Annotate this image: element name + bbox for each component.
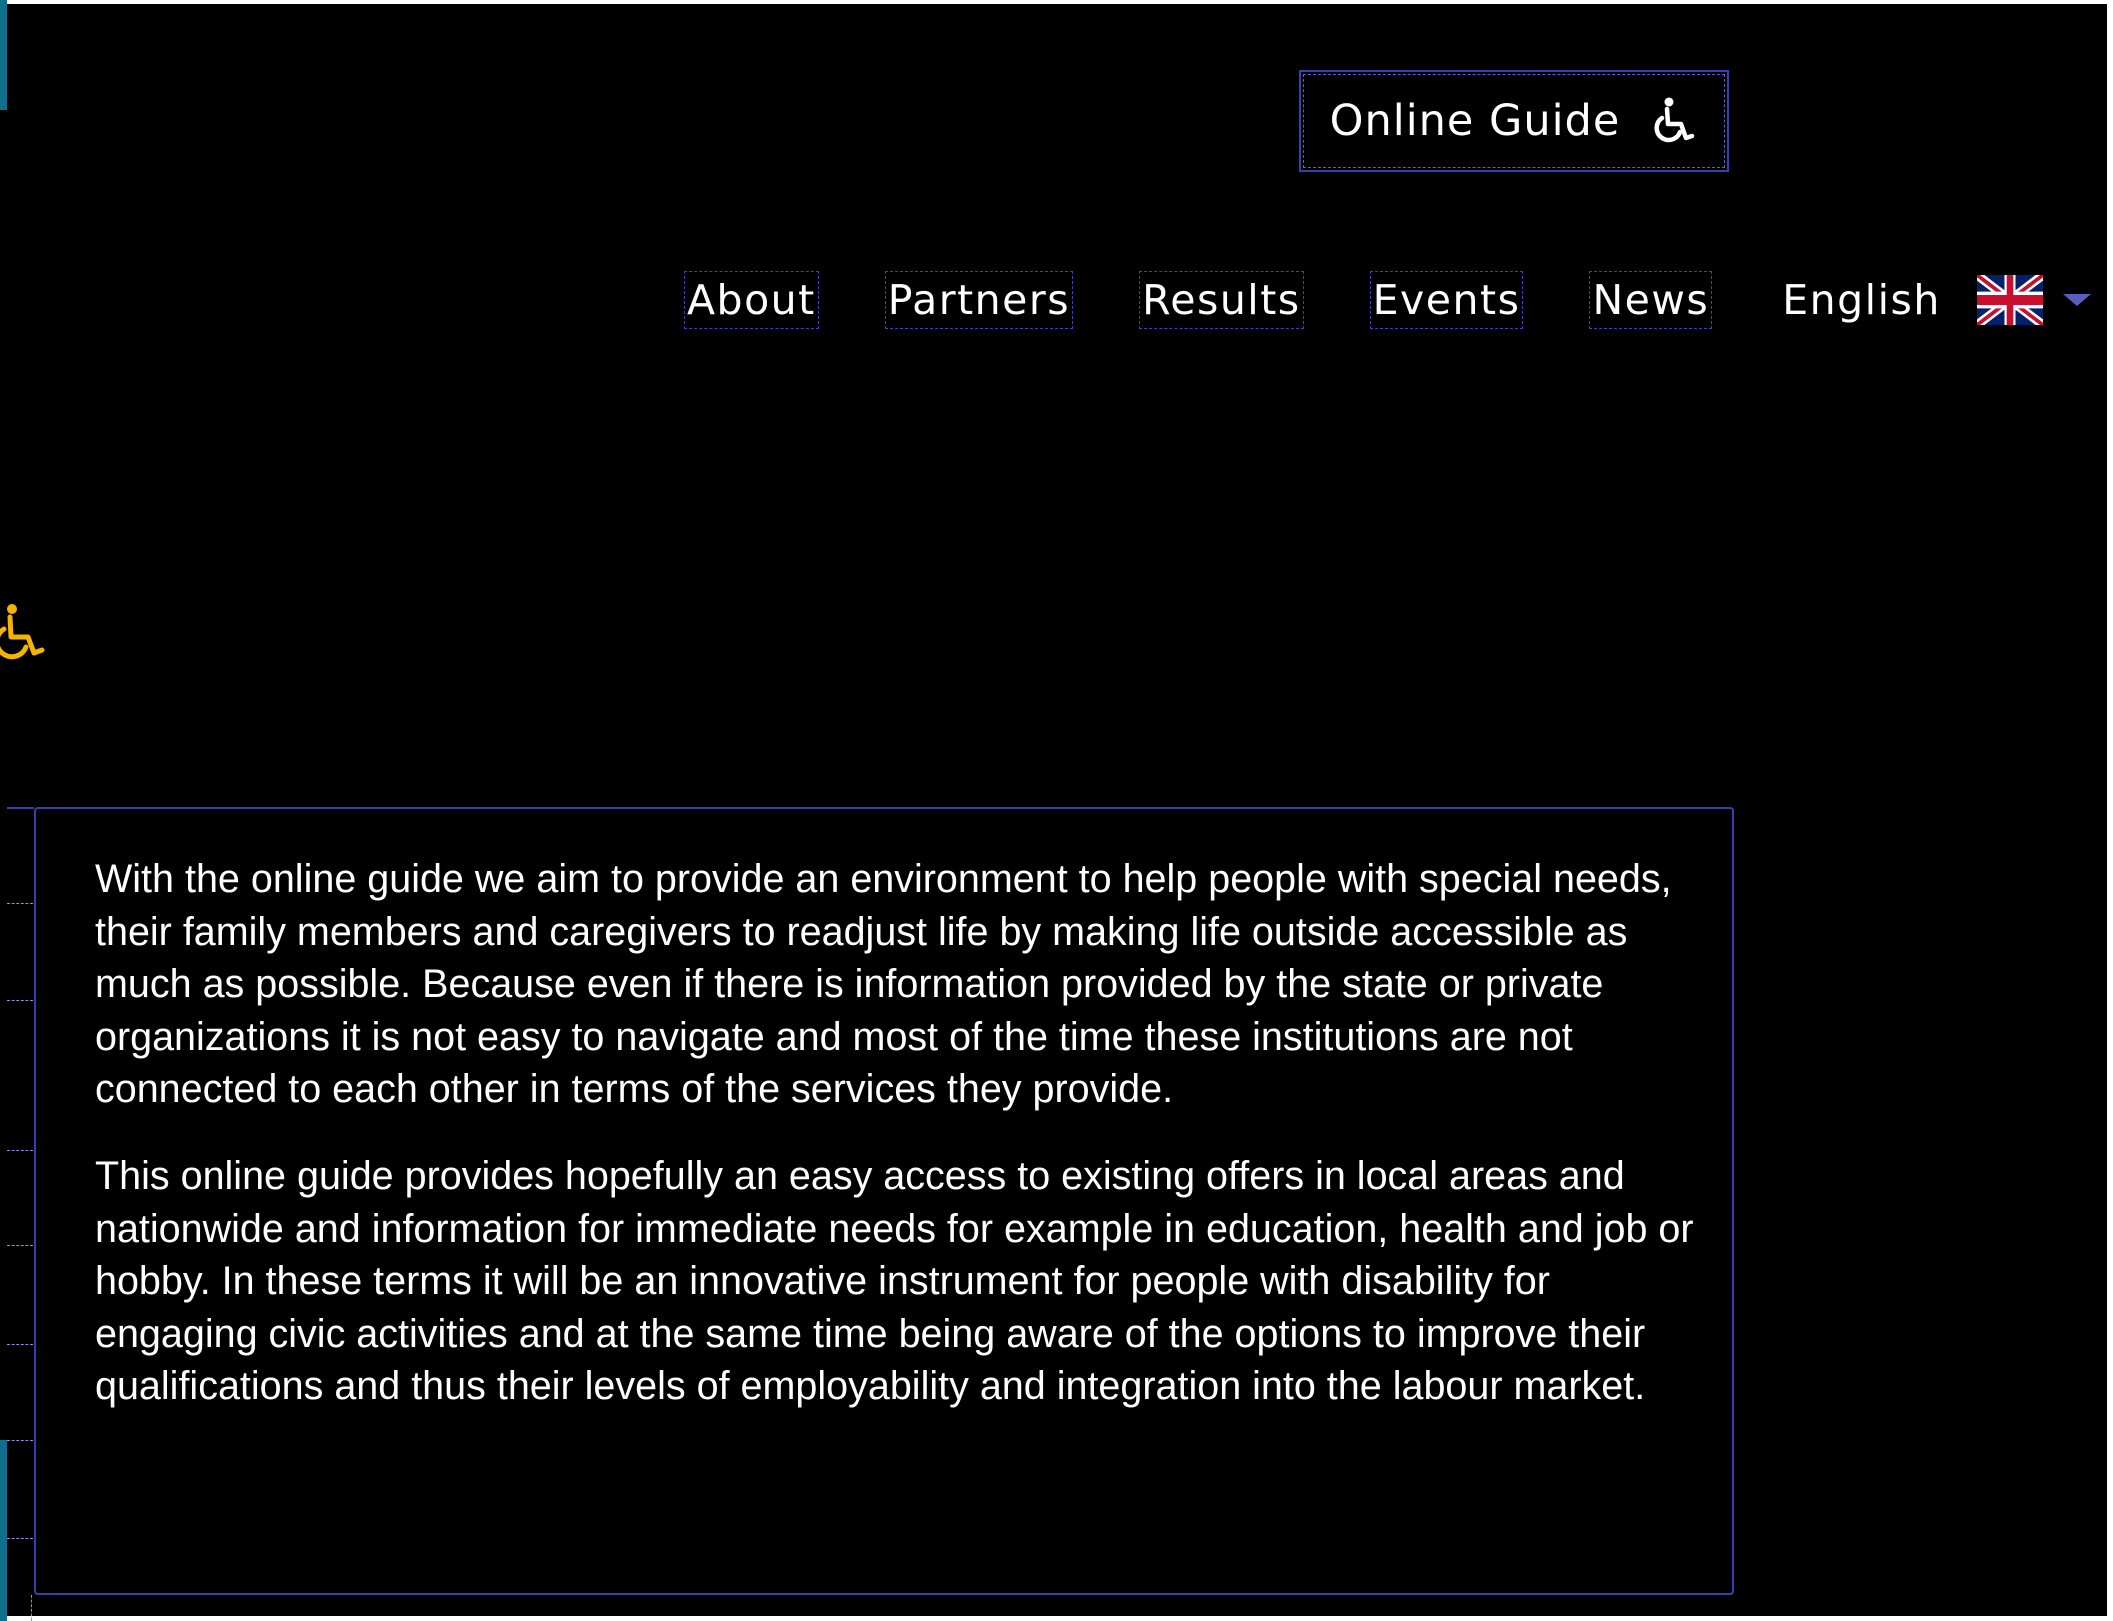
online-guide-label: Online Guide — [1329, 96, 1621, 146]
main-nav: About Partners Results Events News Engli… — [684, 268, 2091, 332]
language-label: English — [1782, 276, 1941, 324]
content-paragraph: With the online guide we aim to provide … — [95, 857, 1672, 1112]
left-page-edge — [0, 0, 7, 1621]
panel-connector — [7, 807, 34, 1595]
window-right-edge — [2107, 0, 2113, 1621]
nav-item-events[interactable]: Events — [1369, 271, 1524, 329]
wheelchair-icon — [0, 604, 45, 660]
language-selector[interactable]: English — [1782, 275, 2091, 325]
window-bottom-edge — [0, 1616, 2113, 1621]
uk-flag-icon — [1976, 275, 2043, 325]
content-text: With the online guide we aim to provide … — [95, 853, 1715, 1447]
nav-item-partners[interactable]: Partners — [884, 271, 1074, 329]
wheelchair-icon — [1654, 97, 1695, 143]
caret-down-icon — [2062, 294, 2091, 306]
nav-item-results[interactable]: Results — [1139, 271, 1304, 329]
online-guide-button[interactable]: Online Guide — [1299, 70, 1729, 172]
window-top-edge — [0, 0, 2113, 4]
nav-item-news[interactable]: News — [1589, 271, 1713, 329]
page: Online Guide About Partners Results Even… — [0, 0, 2113, 1621]
nav-item-about[interactable]: About — [684, 271, 819, 329]
content-paragraph: This online guide provides hopefully an … — [95, 1153, 1694, 1409]
